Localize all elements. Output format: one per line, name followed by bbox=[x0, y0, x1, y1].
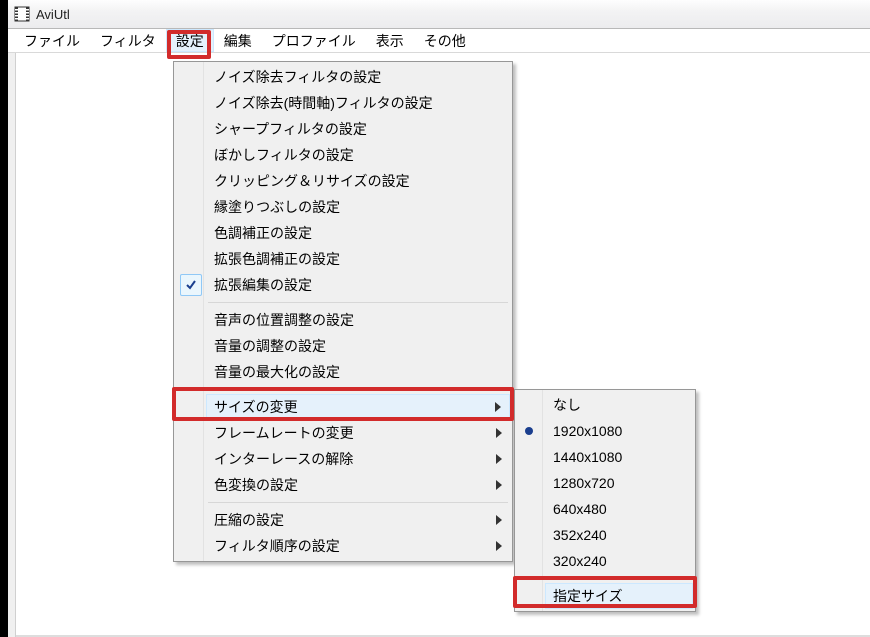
settings-item-clip-resize[interactable]: クリッピング＆リサイズの設定 bbox=[206, 168, 510, 194]
size-item-label: 352x240 bbox=[553, 527, 607, 543]
settings-item-label: 色変換の設定 bbox=[214, 475, 298, 495]
settings-item-label: 拡張色調補正の設定 bbox=[214, 249, 340, 269]
settings-item-label: フレームレートの変更 bbox=[214, 423, 354, 443]
settings-item-label: 縁塗りつぶしの設定 bbox=[214, 197, 340, 217]
settings-item-label: ノイズ除去フィルタの設定 bbox=[214, 67, 381, 87]
submenu-arrow-icon bbox=[495, 402, 501, 412]
menu-file[interactable]: ファイル bbox=[14, 29, 90, 52]
submenu-arrow-icon bbox=[496, 541, 502, 551]
settings-item-blur-filter[interactable]: ぼかしフィルタの設定 bbox=[206, 142, 510, 168]
size-item-640x480[interactable]: 640x480 bbox=[545, 496, 693, 522]
settings-item-deinterlace[interactable]: インターレースの解除 bbox=[206, 446, 510, 472]
size-item-label: 320x240 bbox=[553, 553, 607, 569]
settings-item-label: 音声の位置調整の設定 bbox=[214, 310, 354, 330]
settings-item-label: インターレースの解除 bbox=[214, 449, 353, 469]
settings-item-label: 音量の調整の設定 bbox=[214, 336, 326, 356]
radio-selected-icon bbox=[525, 427, 533, 435]
menu-edit[interactable]: 編集 bbox=[214, 29, 262, 52]
size-item-320x240[interactable]: 320x240 bbox=[545, 548, 693, 574]
settings-item-label: ノイズ除去(時間軸)フィルタの設定 bbox=[214, 93, 433, 113]
settings-item-label: 圧縮の設定 bbox=[214, 510, 284, 530]
settings-item-volume[interactable]: 音量の調整の設定 bbox=[206, 333, 510, 359]
menu-view-label: 表示 bbox=[376, 31, 404, 51]
settings-item-label: シャープフィルタの設定 bbox=[214, 119, 367, 139]
check-icon bbox=[180, 274, 202, 296]
menu-filter[interactable]: フィルタ bbox=[90, 29, 166, 52]
settings-item-label: クリッピング＆リサイズの設定 bbox=[214, 171, 410, 191]
settings-item-ext-color-correct[interactable]: 拡張色調補正の設定 bbox=[206, 246, 510, 272]
menu-settings[interactable]: 設定 bbox=[166, 29, 214, 52]
settings-item-noise-filter[interactable]: ノイズ除去フィルタの設定 bbox=[206, 64, 510, 90]
menu-settings-label: 設定 bbox=[176, 31, 204, 51]
size-item-label: 1920x1080 bbox=[553, 423, 622, 439]
dropdown-gutter bbox=[515, 390, 543, 611]
submenu-arrow-icon bbox=[496, 515, 502, 525]
settings-item-framerate[interactable]: フレームレートの変更 bbox=[206, 420, 510, 446]
size-item-1920x1080[interactable]: 1920x1080 bbox=[545, 418, 693, 444]
menu-separator bbox=[547, 578, 691, 579]
menubar: ファイル フィルタ 設定 編集 プロファイル 表示 その他 bbox=[8, 29, 870, 53]
menu-edit-label: 編集 bbox=[224, 31, 252, 51]
size-item-label: 1280x720 bbox=[553, 475, 615, 491]
size-item-352x240[interactable]: 352x240 bbox=[545, 522, 693, 548]
menu-other-label: その他 bbox=[424, 31, 466, 51]
settings-item-label: ぼかしフィルタの設定 bbox=[214, 145, 354, 165]
menu-profile-label: プロファイル bbox=[272, 31, 356, 51]
menu-filter-label: フィルタ bbox=[100, 31, 156, 51]
settings-item-volume-max[interactable]: 音量の最大化の設定 bbox=[206, 359, 510, 385]
submenu-arrow-icon bbox=[496, 480, 502, 490]
settings-item-filter-order[interactable]: フィルタ順序の設定 bbox=[206, 533, 510, 559]
settings-item-label: 色調補正の設定 bbox=[214, 223, 312, 243]
app-icon bbox=[14, 6, 30, 22]
settings-item-compress[interactable]: 圧縮の設定 bbox=[206, 507, 510, 533]
menu-separator bbox=[208, 302, 508, 303]
titlebar: AviUtl bbox=[8, 0, 870, 29]
menu-profile[interactable]: プロファイル bbox=[262, 29, 366, 52]
dropdown-settings-list: ノイズ除去フィルタの設定 ノイズ除去(時間軸)フィルタの設定 シャープフィルタの… bbox=[204, 62, 512, 561]
size-item-label: 1440x1080 bbox=[553, 449, 622, 465]
size-item-1440x1080[interactable]: 1440x1080 bbox=[545, 444, 693, 470]
menu-other[interactable]: その他 bbox=[414, 29, 476, 52]
settings-item-ext-edit[interactable]: 拡張編集の設定 bbox=[206, 272, 510, 298]
submenu-arrow-icon bbox=[496, 428, 502, 438]
settings-item-label: サイズの変更 bbox=[214, 397, 298, 417]
window-title: AviUtl bbox=[36, 7, 70, 22]
size-item-label: 640x480 bbox=[553, 501, 607, 517]
settings-item-color-conv[interactable]: 色変換の設定 bbox=[206, 472, 510, 498]
menu-view[interactable]: 表示 bbox=[366, 29, 414, 52]
settings-item-label: 音量の最大化の設定 bbox=[214, 362, 340, 382]
settings-item-resize[interactable]: サイズの変更 bbox=[206, 394, 510, 420]
dropdown-settings: ノイズ除去フィルタの設定 ノイズ除去(時間軸)フィルタの設定 シャープフィルタの… bbox=[173, 61, 513, 562]
dropdown-size-submenu: なし 1920x1080 1440x1080 1280x720 640x480 … bbox=[514, 389, 696, 612]
settings-item-color-correct[interactable]: 色調補正の設定 bbox=[206, 220, 510, 246]
submenu-arrow-icon bbox=[496, 454, 502, 464]
size-item-specify[interactable]: 指定サイズ bbox=[545, 583, 693, 609]
settings-item-label: 拡張編集の設定 bbox=[214, 275, 312, 295]
menu-file-label: ファイル bbox=[24, 31, 80, 51]
settings-item-label: フィルタ順序の設定 bbox=[214, 536, 340, 556]
menu-separator bbox=[208, 389, 508, 390]
settings-item-sharp-filter[interactable]: シャープフィルタの設定 bbox=[206, 116, 510, 142]
menu-separator bbox=[208, 502, 508, 503]
size-item-label: 指定サイズ bbox=[553, 586, 623, 606]
size-item-label: なし bbox=[553, 395, 581, 415]
settings-item-border-fill[interactable]: 縁塗りつぶしの設定 bbox=[206, 194, 510, 220]
size-submenu-list: なし 1920x1080 1440x1080 1280x720 640x480 … bbox=[543, 390, 695, 611]
left-rail bbox=[8, 53, 16, 637]
settings-item-audio-pos[interactable]: 音声の位置調整の設定 bbox=[206, 307, 510, 333]
settings-item-noise-time-filter[interactable]: ノイズ除去(時間軸)フィルタの設定 bbox=[206, 90, 510, 116]
dropdown-gutter bbox=[174, 62, 204, 561]
size-item-none[interactable]: なし bbox=[545, 392, 693, 418]
size-item-1280x720[interactable]: 1280x720 bbox=[545, 470, 693, 496]
